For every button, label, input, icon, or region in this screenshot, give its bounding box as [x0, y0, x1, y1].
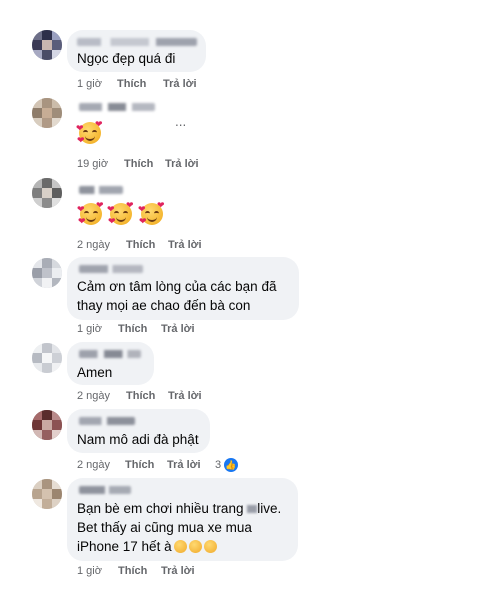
like-link[interactable]: Thích: [125, 459, 154, 471]
reply-link[interactable]: Trả lời: [165, 158, 199, 170]
smiling-face-with-hearts-emoji: ❤ ❤ ❤: [77, 200, 104, 226]
comment-bubble: Bạn bè em chơi nhiều trang live. Bet thấ…: [67, 478, 298, 561]
comment-time[interactable]: 1 giờ: [77, 323, 102, 335]
avatar[interactable]: [32, 343, 62, 373]
comment-bubble: Amen: [67, 342, 154, 385]
reply-link[interactable]: Trả lời: [168, 239, 202, 251]
comment-bubble: Cảm ơn tâm lòng của các bạn đã thay mọi …: [67, 257, 299, 320]
commenter-name[interactable]: [79, 350, 141, 358]
avatar[interactable]: [32, 30, 62, 60]
comment-text-line2: Bet thấy ai cũng mua xe mua: [77, 520, 252, 535]
like-link[interactable]: Thích: [126, 239, 155, 251]
smiling-face-with-hearts-emoji: ❤ ❤ ❤: [138, 200, 165, 226]
commenter-name[interactable]: [79, 186, 123, 194]
reply-link[interactable]: Trả lời: [161, 323, 195, 335]
comment-time[interactable]: 1 giờ: [77, 78, 102, 90]
comment-time[interactable]: 2 ngày: [77, 239, 110, 251]
like-link[interactable]: Thích: [124, 158, 153, 170]
avatar[interactable]: [32, 98, 62, 128]
like-reaction-icon[interactable]: 👍: [224, 458, 238, 472]
smiling-face-with-hearts-emoji: ❤ ❤ ❤: [107, 200, 134, 226]
comment-bubble: Nam mô adi đà phật: [67, 409, 210, 453]
commenter-name[interactable]: [77, 38, 197, 46]
crying-laughing-emoji: [174, 540, 187, 553]
reply-link[interactable]: Trả lời: [163, 78, 197, 90]
avatar[interactable]: [32, 258, 62, 288]
reply-link[interactable]: Trả lời: [167, 459, 201, 471]
reply-link[interactable]: Trả lời: [161, 565, 195, 577]
like-link[interactable]: Thích: [117, 78, 146, 90]
more-options-icon[interactable]: ...: [175, 112, 186, 131]
comment-time[interactable]: 2 ngày: [77, 390, 110, 402]
like-link[interactable]: Thích: [126, 390, 155, 402]
crying-laughing-emoji: [189, 540, 202, 553]
reaction-count[interactable]: 3: [215, 459, 221, 471]
smiling-face-with-hearts-emoji: ❤ ❤ ❤: [76, 119, 103, 145]
reply-link[interactable]: Trả lời: [168, 390, 202, 402]
like-link[interactable]: Thích: [118, 323, 147, 335]
blurred-word: [247, 505, 258, 514]
commenter-name[interactable]: [79, 417, 135, 425]
like-link[interactable]: Thích: [118, 565, 147, 577]
comment-text: Nam mô adi đà phật: [77, 432, 199, 447]
comment-text: Ngọc đẹp quá đi: [77, 51, 176, 66]
commenter-name[interactable]: [79, 486, 131, 494]
commenter-name[interactable]: [79, 103, 155, 111]
avatar[interactable]: [32, 479, 62, 509]
comment-text: Cảm ơn tâm lòng của các bạn đã: [77, 279, 277, 294]
comment-time[interactable]: 1 giờ: [77, 565, 102, 577]
commenter-name[interactable]: [79, 265, 143, 273]
comment-bubble: Ngọc đẹp quá đi: [67, 30, 206, 72]
smiling-face-emoji: [204, 540, 217, 553]
comment-time[interactable]: 2 ngày: [77, 459, 110, 471]
avatar[interactable]: [32, 178, 62, 208]
comment-text: Amen: [77, 365, 113, 380]
avatar[interactable]: [32, 410, 62, 440]
comment-text: Bạn bè em chơi nhiều trang live.: [77, 501, 282, 516]
comment-text-line3: iPhone 17 hết à: [77, 539, 172, 554]
comment-time[interactable]: 19 giờ: [77, 158, 108, 170]
comment-text-line2: thay mọi ae chao đến bà con: [77, 298, 251, 313]
